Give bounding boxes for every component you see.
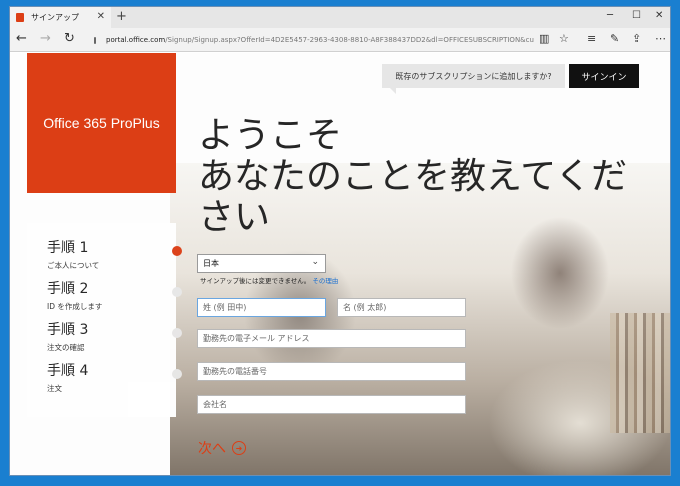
forward-arrow-icon[interactable]: →: [40, 32, 51, 46]
heading-line-2: あなたのことを教えてくだ: [198, 156, 628, 197]
product-tile: Office 365 ProPlus: [27, 53, 176, 193]
step-dot-icon: [172, 369, 182, 379]
bookshelf-decoration: [610, 313, 670, 433]
step-4: 手順 4 注文: [47, 360, 182, 394]
country-hint: サインアップ後には変更できません。 その理由: [200, 275, 338, 285]
close-window-icon[interactable]: ✕: [655, 10, 663, 21]
heading-line-3: さい: [198, 197, 271, 238]
hub-icon[interactable]: ≡: [587, 32, 596, 46]
tab-title: サインアップ: [31, 13, 79, 22]
step-2: 手順 2 ID を作成します: [47, 278, 182, 312]
steps-panel: 手順 1 ご本人について 手順 2 ID を作成します 手順 3 注文の確認 手…: [27, 223, 182, 417]
maximize-icon[interactable]: ☐: [632, 10, 641, 21]
share-icon[interactable]: ⇪: [632, 32, 641, 46]
existing-subscription-prompt: 既存のサブスクリプションに追加しますか?: [382, 64, 565, 94]
tab-signup[interactable]: サインアップ ✕: [10, 7, 111, 28]
step-title: 手順 4: [47, 363, 89, 379]
step-title: 手順 2: [47, 281, 89, 297]
favorite-star-icon[interactable]: ☆: [559, 32, 569, 46]
step-dot-icon: [172, 287, 182, 297]
minimize-icon[interactable]: ─: [607, 10, 613, 21]
company-input[interactable]: 会社名: [197, 395, 466, 414]
lock-icon: [94, 37, 96, 44]
country-value: 日本: [203, 259, 219, 268]
address-path: /Signup/Signup.aspx?OfferId=4D2E5457-296…: [165, 35, 534, 44]
last-name-input[interactable]: 姓 (例 田中): [197, 298, 326, 317]
step-subtitle: ご本人について: [47, 261, 100, 270]
office-favicon-icon: [16, 13, 24, 22]
page-content: Office 365 ProPlus 既存のサブスクリプションに追加しますか? …: [10, 53, 670, 475]
country-select[interactable]: 日本 ⌄: [197, 254, 326, 273]
signin-button[interactable]: サインイン: [569, 64, 639, 88]
first-name-input[interactable]: 名 (例 太郎): [337, 298, 466, 317]
back-arrow-icon[interactable]: ←: [16, 32, 27, 46]
reading-view-icon[interactable]: ▥: [539, 32, 549, 46]
why-link[interactable]: その理由: [312, 277, 338, 285]
step-title: 手順 1: [47, 240, 89, 256]
web-note-icon[interactable]: ✎: [610, 32, 619, 46]
arrow-right-icon: ➜: [232, 441, 246, 455]
step-subtitle: ID を作成します: [47, 302, 103, 311]
step-title: 手順 3: [47, 322, 89, 338]
email-input[interactable]: 勤務先の電子メール アドレス: [197, 329, 466, 348]
new-tab-icon[interactable]: +: [116, 9, 127, 24]
product-name: Office 365 ProPlus: [43, 115, 160, 131]
step-subtitle: 注文の確認: [47, 343, 85, 352]
step-subtitle: 注文: [47, 384, 62, 393]
browser-window: サインアップ ✕ + ─ ☐ ✕ ← → ↻ portal.office.com…: [9, 6, 671, 476]
step-1: 手順 1 ご本人について: [47, 237, 182, 271]
more-icon[interactable]: ⋯: [655, 32, 666, 46]
navigation-bar: ← → ↻ portal.office.com/Signup/Signup.as…: [10, 28, 670, 52]
close-tab-icon[interactable]: ✕: [97, 11, 105, 22]
refresh-icon[interactable]: ↻: [64, 32, 75, 46]
step-dot-icon: [172, 328, 182, 338]
step-3: 手順 3 注文の確認: [47, 319, 182, 353]
address-host: portal.office.com: [106, 35, 166, 44]
next-button[interactable]: 次へ ➜: [198, 438, 246, 458]
tab-bar: サインアップ ✕ + ─ ☐ ✕: [10, 7, 670, 28]
phone-input[interactable]: 勤務先の電話番号: [197, 362, 466, 381]
country-hint-text: サインアップ後には変更できません。: [200, 277, 311, 285]
chevron-down-icon: ⌄: [311, 257, 319, 267]
next-label: 次へ: [198, 441, 226, 457]
address-bar[interactable]: portal.office.com/Signup/Signup.aspx?Off…: [94, 31, 534, 48]
welcome-heading: ようこそ あなたのことを教えてくだ さい: [198, 115, 648, 238]
step-active-dot-icon: [172, 246, 182, 256]
heading-line-1: ようこそ: [198, 115, 343, 156]
